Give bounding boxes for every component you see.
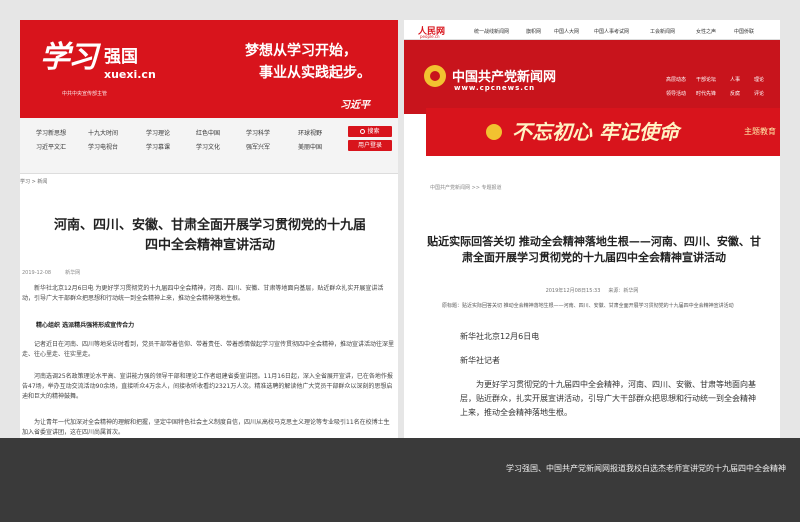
article-paragraph: 新华社记者 — [460, 356, 500, 365]
xuexi-logo-name[interactable]: 强国 — [104, 42, 138, 67]
party-emblem-icon — [424, 65, 446, 87]
topbar-link[interactable]: 工会新闻网 — [650, 28, 675, 35]
nav-item[interactable]: 学习慕课 — [146, 142, 170, 151]
nav-item[interactable]: 学习电视台 — [88, 142, 118, 151]
theme-banner[interactable]: 不忘初心 牢记使命 主题教育 — [426, 108, 780, 156]
cpc-nav-item[interactable]: 高层动态 — [666, 76, 686, 83]
xuexi-slogan: 梦想从学习开始， 事业从实践起步。 — [245, 43, 371, 81]
xuexi-header-banner: 学习 强国 xuexi.cn 中共中央宣传部主管 梦想从学习开始， 事业从实践起… — [20, 20, 398, 118]
nav-item[interactable]: 学习新思想 — [36, 128, 66, 137]
xuexi-signature: 习近平 — [340, 100, 370, 111]
xuexi-screenshot: 学习 强国 xuexi.cn 中共中央宣传部主管 梦想从学习开始， 事业从实践起… — [20, 20, 398, 438]
cpc-nav-item[interactable]: 干部论坛 — [696, 76, 716, 83]
article-date: 2019-12-08 — [22, 270, 52, 276]
xuexi-domain: xuexi.cn — [104, 68, 156, 81]
banner-subtitle: 主题教育 — [744, 127, 776, 136]
cpc-domain: www.cpcnews.cn — [454, 84, 536, 92]
xuexi-logo[interactable]: 学习 — [40, 32, 98, 76]
cpc-nav-item[interactable]: 时代先锋 — [696, 90, 716, 97]
search-icon — [360, 129, 366, 134]
article-paragraph: 新华社北京12月6日电 — [460, 332, 540, 341]
topbar-link[interactable]: 旗帜网 — [526, 28, 541, 35]
article-title: 贴近实际回答关切 推动全会精神落地生根——河南、四川、安徽、甘肃全面开展学习贯彻… — [427, 235, 761, 264]
topbar-link[interactable]: 统一战线新闻网 — [474, 28, 509, 35]
nav-item[interactable]: 学习文化 — [196, 142, 220, 151]
topbar-link[interactable]: 女性之声 — [696, 28, 716, 35]
caption-text: 学习强国、中国共产党新闻网报道我校白选杰老师宣讲党的十九届四中全会精神 — [506, 464, 786, 473]
topbar-link[interactable]: 中国人事考试网 — [594, 28, 629, 35]
nav-item[interactable]: 环球视野 — [298, 128, 322, 137]
topbar-link[interactable]: 中国侨联 — [734, 28, 754, 35]
article-paragraph: 河南选调25名政策理论水平高、宣讲能力强的领导干部和理论工作者组建省委宣讲团。1… — [22, 373, 393, 400]
breadcrumb[interactable]: 学习 > 新闻 — [20, 178, 47, 185]
xuexi-nav: 学习新思想 十九大时间 学习理论 红色中国 学习科学 环球视野 习近平文汇 学习… — [20, 118, 398, 174]
article-source: 来源：新华网 — [608, 288, 639, 294]
cpc-site-title[interactable]: 中国共产党新闻网 — [452, 66, 556, 85]
article-source: 新华网 — [65, 270, 81, 276]
article-subheading: 精心组织 选派精兵强将形成宣传合力 — [36, 322, 135, 329]
nav-item[interactable]: 十九大时间 — [88, 128, 118, 137]
article-paragraph: 为让青年一代加深对全会精神的理解和把握，坚定中国特色社会主义制度自信，四川从高校… — [22, 419, 390, 436]
search-button[interactable]: 搜索 — [348, 126, 392, 137]
cpc-header: 中国共产党新闻网 www.cpcnews.cn 高层动态 干部论坛 人事 理论 … — [404, 40, 780, 114]
cpc-nav-item[interactable]: 反腐 — [730, 90, 740, 97]
people-topbar: 人民网 people.cn 统一战线新闻网 旗帜网 中国人大网 中国人事考试网 … — [404, 20, 780, 40]
nav-item[interactable]: 强军兴军 — [246, 142, 270, 151]
cpc-nav-item[interactable]: 理论 — [754, 76, 764, 83]
login-button[interactable]: 用户登录 — [348, 140, 392, 151]
people-domain: people.cn — [420, 34, 440, 39]
nav-item[interactable]: 学习理论 — [146, 128, 170, 137]
article-paragraph: 记者近日在河南、四川等地采访时看到，党员干部带着信仰、带着责任、带着感情做起学习… — [22, 341, 395, 358]
caption-bar — [0, 438, 800, 522]
article-title: 河南、四川、安徽、甘肃全面开展学习贯彻党的十九届四中全会精神宣讲活动 — [53, 218, 366, 253]
article-meta: 2019年12月08日15:33 来源：新华网 — [404, 287, 780, 294]
xuexi-sponsor: 中共中央宣传部主管 — [62, 91, 108, 97]
article-date: 2019年12月08日15:33 — [545, 288, 601, 294]
nav-item[interactable]: 美丽中国 — [298, 142, 322, 151]
article-paragraph: 新华社北京12月6日电 为更好学习贯彻党的十九届四中全会精神，河南、四川、安徽、… — [22, 285, 384, 302]
nav-item[interactable]: 习近平文汇 — [36, 142, 66, 151]
topbar-link[interactable]: 中国人大网 — [554, 28, 579, 35]
cpc-nav-item[interactable]: 领导活动 — [666, 90, 686, 97]
cpcnews-screenshot: 人民网 people.cn 统一战线新闻网 旗帜网 中国人大网 中国人事考试网 … — [404, 20, 780, 438]
article-summary: 原标题：贴近实际回答关切 推动全会精神落地生根——河南、四川、安徽、甘肃全面开展… — [442, 303, 734, 309]
nav-item[interactable]: 学习科学 — [246, 128, 270, 137]
banner-slogan: 不忘初心 牢记使命 — [512, 120, 679, 144]
nav-item[interactable]: 红色中国 — [196, 128, 220, 137]
breadcrumb[interactable]: 中国共产党新闻网 >> 专题报道 — [430, 184, 502, 191]
article-meta: 2019-12-08 新华网 — [22, 269, 94, 276]
cpc-nav-item[interactable]: 人事 — [730, 76, 740, 83]
party-emblem-icon — [486, 124, 502, 140]
cpc-nav-item[interactable]: 评论 — [754, 90, 764, 97]
article-paragraph: 为更好学习贯彻党的十九届四中全会精神，河南、四川、安徽、甘肃等地面向基层，贴近群… — [460, 380, 756, 417]
